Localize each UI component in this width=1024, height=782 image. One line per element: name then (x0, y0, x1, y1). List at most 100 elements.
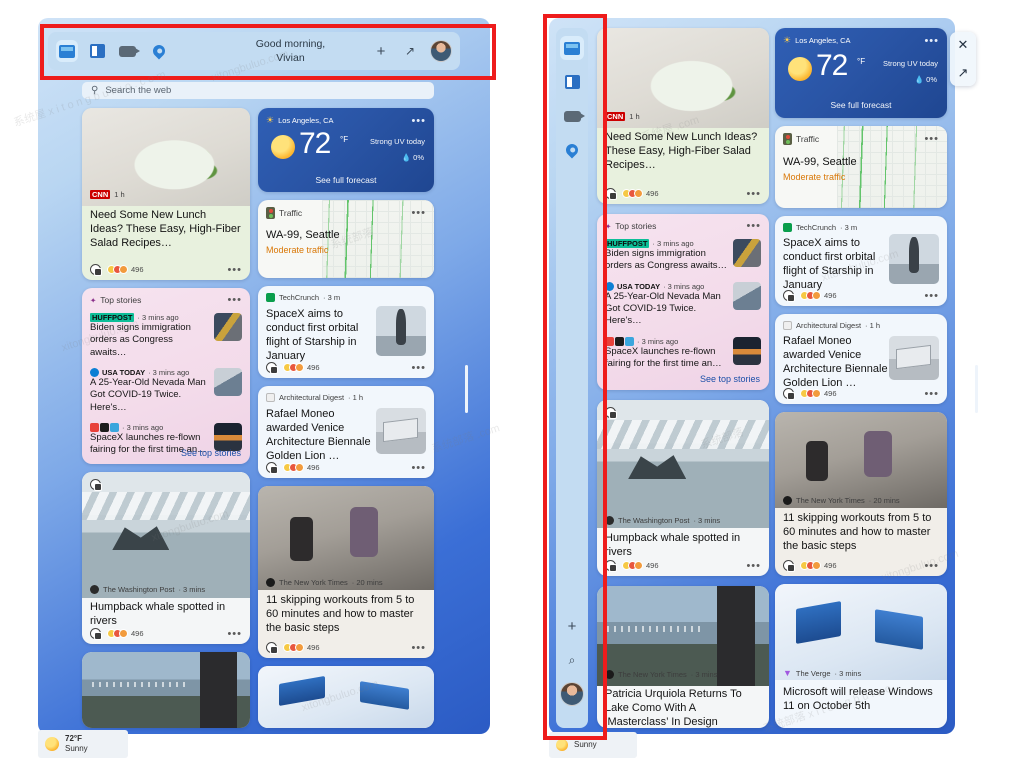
see-full-forecast-link[interactable]: See full forecast (775, 100, 947, 110)
traffic-menu-button[interactable]: ••• (924, 134, 939, 145)
weather-menu-button[interactable]: ••• (411, 115, 426, 126)
reaction-emojis (797, 291, 821, 300)
story-source: · 3 mins ago (605, 336, 727, 346)
see-full-forecast-link[interactable]: See full forecast (258, 175, 434, 185)
publisher-logo-nyt (783, 496, 792, 505)
story-thumbnail (733, 281, 761, 310)
story-time: · 3 mins ago (663, 281, 705, 291)
see-top-stories-link[interactable]: See top stories (700, 374, 760, 384)
card-headline: Rafael Moneo awarded Venice Architecture… (783, 335, 888, 390)
left-scrollbar[interactable] (465, 365, 468, 413)
card-menu-button[interactable]: ••• (411, 462, 426, 473)
reaction-count: 496 (131, 629, 144, 638)
card-source: The New York Times · 20 mins (783, 496, 900, 505)
list-item[interactable]: USA TODAY · 3 mins ago A 25-Year-Old Nev… (90, 368, 242, 414)
card-menu-button[interactable]: ••• (924, 290, 939, 301)
card-thumbnail (889, 234, 939, 284)
card-menu-button[interactable]: ••• (924, 560, 939, 571)
reaction-count: 496 (646, 561, 659, 570)
list-item[interactable]: USA TODAY · 3 mins ago A 25-Year-Old Nev… (605, 281, 761, 328)
story-headline: A 25-Year-Old Nevada Man Got COVID-19 Tw… (605, 290, 721, 327)
traffic-road: WA-99, Seattle (266, 229, 340, 241)
weather-menu-button[interactable]: ••• (924, 35, 939, 46)
weather-uv: Strong UV today (882, 59, 938, 68)
story-thumbnail (214, 313, 242, 341)
story-source: USA TODAY · 3 mins ago (90, 368, 208, 378)
taskbar-condition: Sunny (574, 740, 597, 749)
card-top-stories[interactable]: ✦ Top stories ••• HUFFPOST · 3 mins ago … (82, 288, 250, 464)
card-time: 1 h (629, 112, 640, 121)
left-taskbar-weather[interactable]: 72°F Sunny (38, 730, 128, 758)
top-stories-icon: ✦ (90, 295, 97, 305)
card-traffic[interactable]: Traffic ••• WA-99, Seattle Moderate traf… (775, 126, 947, 208)
card-spacex[interactable]: TechCrunch · 3 m SpaceX aims to conduct … (775, 216, 947, 306)
card-skipping[interactable]: The New York Times · 20 mins 11 skipping… (775, 412, 947, 576)
card-menu-button[interactable]: ••• (746, 188, 761, 199)
card-weather[interactable]: ☀ Los Angeles, CA ••• 72 °F Strong UV to… (775, 28, 947, 118)
card-architecture[interactable]: Architectural Digest · 1 h Rafael Moneo … (775, 314, 947, 404)
card-thumbnail (889, 336, 939, 380)
right-scrollbar[interactable] (975, 365, 978, 413)
story-time: · 3 mins ago (652, 239, 694, 248)
react-button[interactable] (90, 264, 102, 276)
card-top-stories[interactable]: ✦ Top stories ••• HUFFPOST · 3 mins ago … (597, 214, 769, 390)
publisher-name: The New York Times (279, 578, 348, 587)
react-button[interactable] (90, 628, 102, 640)
screenshot-root: Good morning, Vivian + ↗ ⚲ Search the we… (0, 0, 1024, 782)
reaction-emojis (797, 389, 821, 398)
publisher-name: USA TODAY (102, 368, 146, 378)
card-menu-button[interactable]: ••• (924, 388, 939, 399)
expand-icon[interactable]: ↗ (950, 60, 976, 86)
card-salad[interactable]: CNN 1 h Need Some New Lunch Ideas? These… (82, 108, 250, 280)
top-stories-menu-button[interactable]: ••• (746, 221, 761, 232)
react-button[interactable] (266, 362, 278, 374)
reaction-count: 496 (646, 189, 659, 198)
card-weather[interactable]: ☀ Los Angeles, CA ••• 72 °F Strong UV to… (258, 108, 434, 192)
card-traffic[interactable]: Traffic ••• WA-99, Seattle Moderate traf… (258, 200, 434, 278)
publisher-logo-nyt (266, 578, 275, 587)
traffic-menu-button[interactable]: ••• (411, 208, 426, 219)
list-item[interactable]: HUFFPOST · 3 mins ago Biden signs immigr… (90, 313, 242, 359)
traffic-status: Moderate traffic (266, 245, 329, 255)
react-button[interactable] (783, 388, 795, 400)
card-salad[interactable]: CNN 1 h Need Some New Lunch Ideas? These… (597, 28, 769, 204)
reaction-emojis (280, 363, 304, 372)
react-button[interactable] (783, 290, 795, 302)
close-icon[interactable]: ✕ (950, 32, 976, 58)
card-source: TechCrunch · 3 m (783, 223, 857, 232)
reaction-emojis (280, 643, 304, 652)
story-source: HUFFPOST · 3 mins ago (605, 239, 727, 248)
card-lake[interactable]: The New York Times · 3 mins Patricia Urq… (597, 586, 769, 728)
search-input[interactable]: ⚲ Search the web (82, 82, 434, 99)
react-button[interactable] (266, 462, 278, 474)
card-menu-button[interactable]: ••• (746, 560, 761, 571)
card-whale[interactable]: The Washington Post · 3 mins Humpback wh… (82, 472, 250, 644)
see-top-stories-link[interactable]: See top stories (181, 448, 241, 458)
publisher-name: The New York Times (618, 670, 687, 679)
react-button[interactable] (783, 560, 795, 572)
card-time: 1 h (114, 190, 125, 199)
list-item[interactable]: HUFFPOST · 3 mins ago Biden signs immigr… (605, 239, 761, 273)
card-time: · 3 m (323, 293, 341, 302)
top-stories-menu-button[interactable]: ••• (227, 295, 242, 306)
card-skipping[interactable]: The New York Times · 20 mins 11 skipping… (258, 486, 434, 658)
card-lake-left[interactable] (82, 652, 250, 728)
react-button[interactable] (266, 642, 278, 654)
card-verge-left[interactable] (258, 666, 434, 728)
list-item[interactable]: · 3 mins ago SpaceX launches re-flown fa… (605, 336, 761, 371)
card-headline: SpaceX aims to conduct first orbital fli… (266, 308, 359, 363)
card-menu-button[interactable]: ••• (411, 642, 426, 653)
save-icon[interactable] (90, 479, 102, 491)
story-headline: A 25-Year-Old Nevada Man Got COVID-19 Tw… (90, 377, 206, 413)
card-headline: Need Some New Lunch Ideas? These Easy, H… (90, 209, 241, 250)
card-menu-button[interactable]: ••• (227, 628, 242, 639)
card-spacex[interactable]: TechCrunch · 3 m SpaceX aims to conduct … (258, 286, 434, 378)
window-controls: ✕ ↗ (950, 32, 976, 86)
card-verge[interactable]: ▼ The Verge · 3 mins Microsoft will rele… (775, 584, 947, 728)
card-source: The New York Times · 3 mins (605, 670, 717, 679)
card-menu-button[interactable]: ••• (411, 362, 426, 373)
card-architecture[interactable]: Architectural Digest · 1 h Rafael Moneo … (258, 386, 434, 478)
sun-icon (271, 135, 295, 159)
card-whale[interactable]: The Washington Post · 3 mins Humpback wh… (597, 400, 769, 576)
card-menu-button[interactable]: ••• (227, 264, 242, 275)
